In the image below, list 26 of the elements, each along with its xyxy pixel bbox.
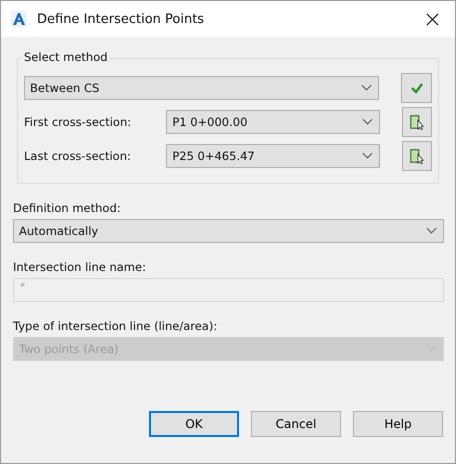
method-dropdown[interactable]: Between CS [24,76,380,100]
app-logo-icon [11,11,27,27]
pick-cursor-icon [408,114,425,130]
field-label: Type of intersection line (line/area): [13,319,218,333]
pick-button[interactable] [402,107,432,137]
chevron-down-icon [362,118,373,126]
dropdown[interactable]: Automatically [13,219,444,243]
confirm-button[interactable] [401,73,432,103]
pick-button[interactable] [402,141,432,171]
pick-cursor-icon [408,148,425,164]
cross-section-dropdown[interactable]: P25 0+465.47 [166,144,380,168]
close-icon[interactable] [426,12,439,26]
field-label: Definition method: [13,201,122,215]
input-field: * [13,278,444,302]
chevron-down-icon [426,227,437,235]
chevron-down-icon [361,84,372,92]
dialog-button[interactable]: OK [149,411,239,437]
group-title: Select method [22,50,110,64]
cross-section-dropdown[interactable]: P1 0+000.00 [166,110,380,134]
dialog-button[interactable]: Cancel [251,411,341,437]
window-title: Define Intersection Points [37,12,206,26]
field-label: Last cross-section: [24,149,132,163]
field-label: First cross-section: [24,115,132,129]
dialog-button[interactable]: Help [353,411,443,437]
field-label: Intersection line name: [13,260,147,274]
chevron-down-icon [362,152,373,160]
